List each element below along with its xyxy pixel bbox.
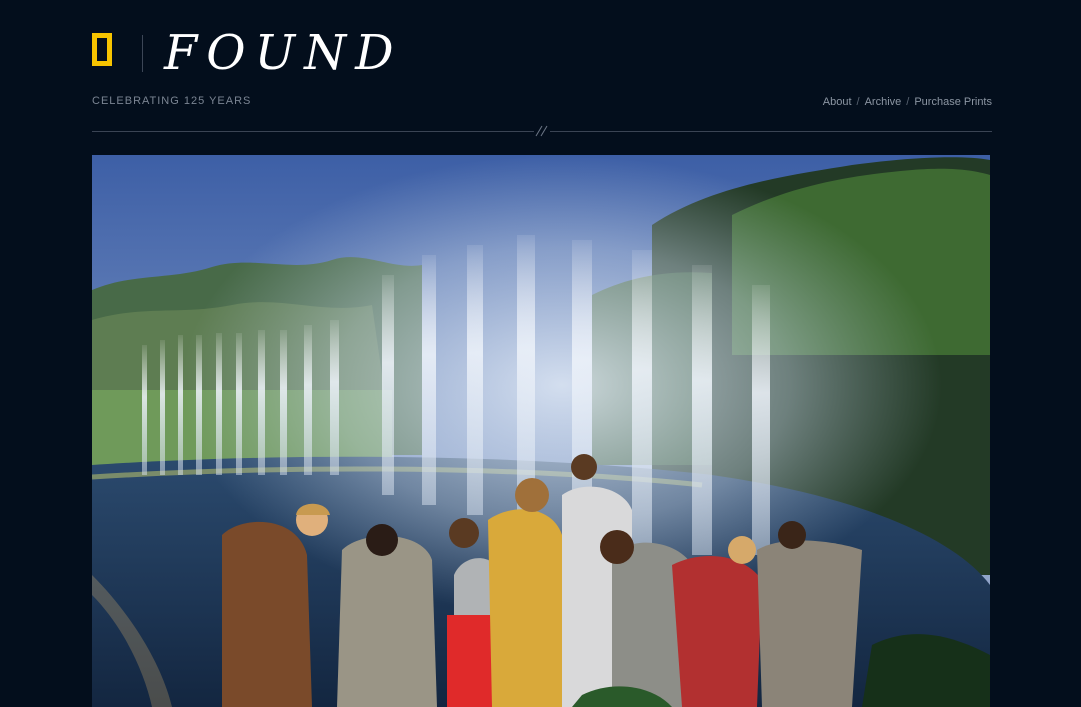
nav-link-purchase-prints[interactable]: Purchase Prints bbox=[914, 96, 992, 108]
nav-link-about[interactable]: About bbox=[823, 96, 852, 108]
logo-divider bbox=[142, 35, 143, 72]
nav-separator: / bbox=[906, 96, 910, 108]
nav-separator: / bbox=[856, 96, 860, 108]
nat-geo-yellow-border-logo-icon[interactable] bbox=[92, 33, 112, 66]
site-title[interactable]: FOUND bbox=[164, 24, 403, 82]
site-tagline: CELEBRATING 125 YEARS bbox=[92, 95, 252, 107]
nav-link-archive[interactable]: Archive bbox=[865, 96, 902, 108]
featured-photo[interactable] bbox=[92, 155, 990, 707]
top-nav: About / Archive / Purchase Prints bbox=[823, 96, 992, 108]
double-slash-divider-icon bbox=[534, 124, 550, 138]
